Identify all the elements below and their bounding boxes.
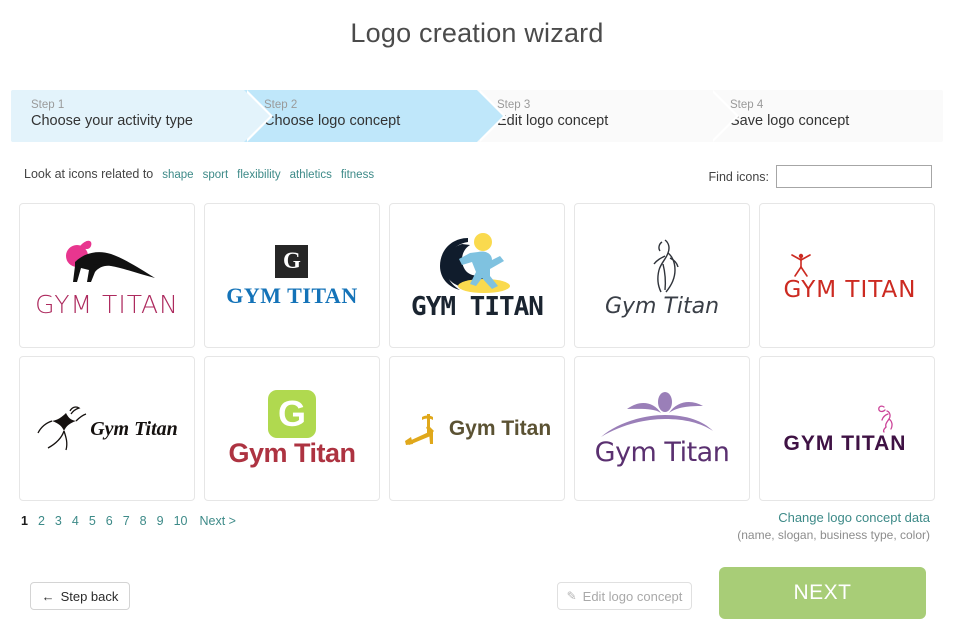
step-2-number: Step 2: [264, 99, 298, 111]
step-2-label: Choose logo concept: [264, 113, 401, 129]
logo-card-6[interactable]: Gym Titan: [19, 356, 195, 501]
logo-2-text: GYM TITAN: [226, 282, 358, 308]
tag-flexibility[interactable]: flexibility: [237, 169, 280, 181]
tag-shape[interactable]: shape: [162, 169, 193, 181]
page-title: Logo creation wizard: [350, 18, 604, 48]
logo-7: G Gym Titan: [228, 390, 356, 468]
step-1-label: Choose your activity type: [31, 113, 193, 129]
logo-card-1[interactable]: GYM TITAN: [19, 203, 195, 348]
logo-card-9[interactable]: Gym Titan: [574, 356, 750, 501]
logo-card-8[interactable]: Gym Titan: [389, 356, 565, 501]
logo-3-text: GYM TITAN: [411, 291, 544, 322]
step-2[interactable]: Step 2 Choose logo concept: [244, 90, 506, 142]
page-4[interactable]: 4: [72, 514, 79, 528]
logo-8: Gym Titan: [403, 411, 551, 447]
step-4[interactable]: Step 4 Save logo concept: [710, 90, 943, 142]
next-page-link[interactable]: Next >: [199, 514, 235, 528]
step-3-chevron-icon: [710, 90, 736, 142]
arrow-left-icon: ←: [41, 588, 55, 604]
page-7[interactable]: 7: [123, 514, 130, 528]
filter-row: Look at icons related to shape sport flexib…: [0, 165, 954, 191]
logo-1-text: GYM TITAN: [35, 290, 179, 319]
stretching-woman-icon: [65, 240, 155, 282]
logo-5: GYM TITAN: [778, 249, 917, 302]
logo-8-text: Gym Titan: [448, 417, 552, 440]
gold-bench-figure-icon: [404, 413, 434, 445]
find-icons-group: Find icons:: [709, 165, 932, 188]
pencil-icon: ✎: [566, 589, 577, 603]
step-4-label: Save logo concept: [730, 113, 850, 129]
logo-7-text: Gym Titan: [228, 438, 356, 468]
logo-6: Gym Titan: [36, 403, 178, 455]
change-concept-block: Change logo concept data (name, slogan, …: [737, 510, 930, 542]
step-2-chevron-icon: [477, 90, 503, 142]
page-9[interactable]: 9: [157, 514, 164, 528]
logo-grid: GYM TITAN G GYM TITAN GYM TITAN Gym Tita…: [19, 203, 935, 501]
page-8[interactable]: 8: [140, 514, 147, 528]
step-1-chevron-icon: [244, 90, 270, 142]
logo-card-3[interactable]: GYM TITAN: [389, 203, 565, 348]
logo-card-5[interactable]: GYM TITAN: [759, 203, 935, 348]
step-3[interactable]: Step 3 Edit logo concept: [477, 90, 739, 142]
next-button[interactable]: NEXT: [719, 567, 926, 619]
step-4-number: Step 4: [730, 99, 764, 111]
logo-4-text: Gym Titan: [604, 293, 720, 319]
line-dancer-icon: [653, 238, 679, 292]
page-1[interactable]: 1: [21, 514, 28, 528]
logo-card-2[interactable]: G GYM TITAN: [204, 203, 380, 348]
letter-g-green-square-icon: G: [267, 390, 316, 438]
logo-9-text: Gym Titan: [594, 437, 730, 468]
logo-wizard-page: Logo creation wizard Step 1 Choose your …: [0, 0, 954, 640]
logo-4: Gym Titan: [605, 234, 719, 318]
runner-moon-sun-icon: [439, 232, 510, 293]
logo-6-text: Gym Titan: [90, 417, 178, 440]
search-input[interactable]: [776, 165, 932, 188]
logo-3: GYM TITAN: [411, 232, 544, 322]
page-10[interactable]: 10: [174, 514, 188, 528]
tag-athletics[interactable]: athletics: [290, 169, 332, 181]
logo-2: G GYM TITAN: [226, 244, 358, 308]
step-back-label: Step back: [60, 588, 119, 604]
change-concept-hint: (name, slogan, business type, color): [737, 528, 930, 542]
edit-logo-concept-button[interactable]: ✎ Edit logo concept: [557, 582, 692, 610]
page-5[interactable]: 5: [89, 514, 96, 528]
tag-fitness[interactable]: fitness: [341, 169, 374, 181]
logo-10-text: GYM TITAN: [783, 432, 907, 455]
page-3[interactable]: 3: [55, 514, 62, 528]
step-3-number: Step 3: [497, 99, 531, 111]
step-1-number: Step 1: [31, 99, 65, 111]
purple-arc-figure-icon: [600, 392, 713, 437]
change-logo-concept-data-link[interactable]: Change logo concept data: [737, 510, 930, 525]
logo-9: Gym Titan: [595, 391, 730, 466]
page-2[interactable]: 2: [38, 514, 45, 528]
tag-sport[interactable]: sport: [203, 169, 229, 181]
wizard-stepper: Step 1 Choose your activity type Step 2 …: [11, 90, 943, 142]
logo-10: GYM TITAN: [784, 403, 911, 454]
logo-card-10[interactable]: GYM TITAN: [759, 356, 935, 501]
logo-card-7[interactable]: G Gym Titan: [204, 356, 380, 501]
star-figure-icon: [37, 405, 87, 450]
red-stick-figure-icon: [790, 253, 811, 277]
find-icons-label: Find icons:: [708, 169, 769, 184]
logo-card-4[interactable]: Gym Titan: [574, 203, 750, 348]
pagination: 1 2 3 4 5 6 7 8 9 10 Next >: [21, 514, 236, 528]
step-3-label: Edit logo concept: [497, 113, 609, 129]
page-6[interactable]: 6: [106, 514, 113, 528]
logo-1: GYM TITAN: [35, 234, 179, 317]
step-back-button[interactable]: ← Step back: [30, 582, 130, 610]
next-button-label: NEXT: [793, 581, 852, 604]
letter-g-dark-square-icon: G: [275, 244, 309, 278]
logo-5-text: GYM TITAN: [783, 277, 917, 303]
edit-logo-concept-label: Edit logo concept: [582, 588, 683, 604]
step-1[interactable]: Step 1 Choose your activity type: [11, 90, 273, 142]
pink-dancer-icon: [878, 405, 894, 433]
related-tags: Look at icons related to shape sport flexib…: [24, 167, 374, 181]
related-prefix: Look at icons related to: [24, 167, 154, 181]
